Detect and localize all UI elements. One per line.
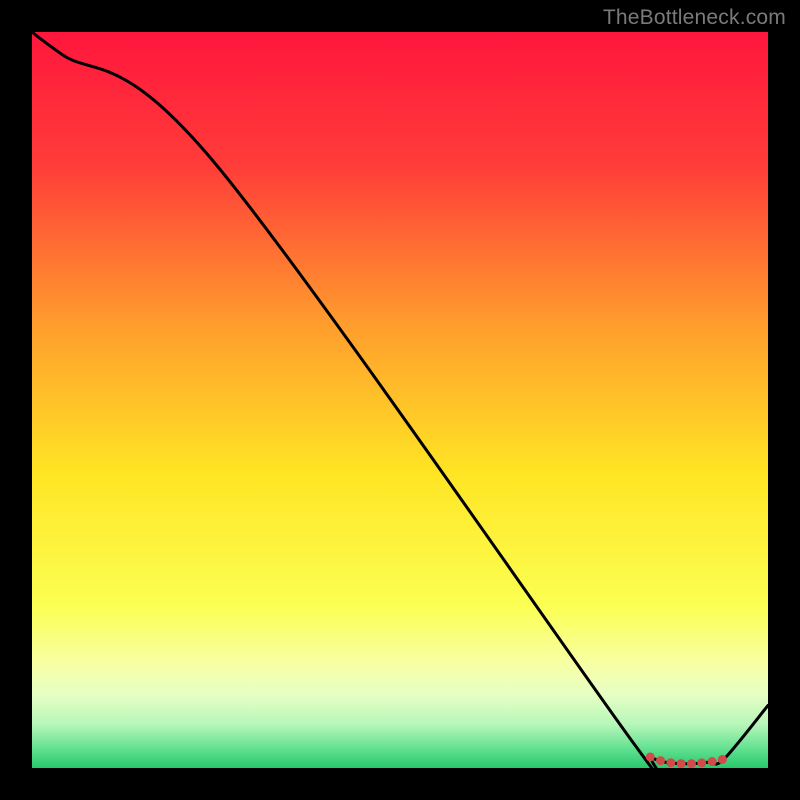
marker-dot <box>697 758 706 767</box>
marker-dot <box>656 756 665 765</box>
bottleneck-curve-chart <box>32 32 768 768</box>
chart-frame: TheBottleneck.com <box>0 0 800 800</box>
marker-dot <box>646 752 655 761</box>
attribution-label: TheBottleneck.com <box>603 6 786 30</box>
marker-dot <box>666 758 675 767</box>
marker-dot <box>677 759 686 768</box>
marker-dot <box>708 757 717 766</box>
plot-area <box>32 32 768 768</box>
gradient-background <box>32 32 768 768</box>
marker-dot <box>687 759 696 768</box>
marker-dot <box>718 755 727 764</box>
